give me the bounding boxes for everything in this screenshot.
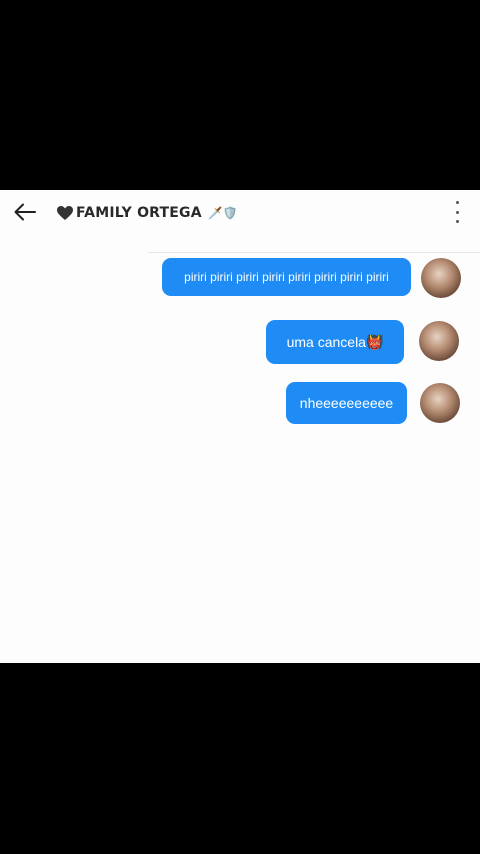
avatar[interactable] bbox=[419, 321, 459, 361]
group-emojis: 🗡️🛡️ bbox=[207, 206, 239, 220]
more-options-button[interactable] bbox=[452, 201, 462, 223]
back-button[interactable] bbox=[12, 199, 38, 225]
message-text: piriri piriri piriri piriri piriri pirir… bbox=[184, 270, 389, 284]
message-text: uma cancela👹 bbox=[286, 333, 384, 350]
avatar[interactable] bbox=[420, 383, 460, 423]
message-bubble[interactable]: uma cancela👹 bbox=[266, 320, 404, 364]
header-divider bbox=[148, 252, 480, 253]
group-title[interactable]: FAMILY ORTEGA 🗡️🛡️ bbox=[56, 202, 238, 224]
chat-header: FAMILY ORTEGA 🗡️🛡️ bbox=[0, 190, 480, 234]
avatar[interactable] bbox=[421, 258, 461, 298]
chat-screen: FAMILY ORTEGA 🗡️🛡️ piriri piriri piriri … bbox=[0, 190, 480, 663]
group-name: FAMILY ORTEGA bbox=[76, 205, 202, 221]
arrow-left-icon bbox=[14, 203, 36, 221]
more-vertical-icon bbox=[455, 201, 459, 204]
message-text: nheeeeeeeeee bbox=[299, 395, 394, 411]
message-bubble[interactable]: nheeeeeeeeee bbox=[286, 382, 407, 424]
heart-icon bbox=[57, 206, 73, 220]
message-bubble[interactable]: piriri piriri piriri piriri piriri pirir… bbox=[162, 258, 411, 296]
